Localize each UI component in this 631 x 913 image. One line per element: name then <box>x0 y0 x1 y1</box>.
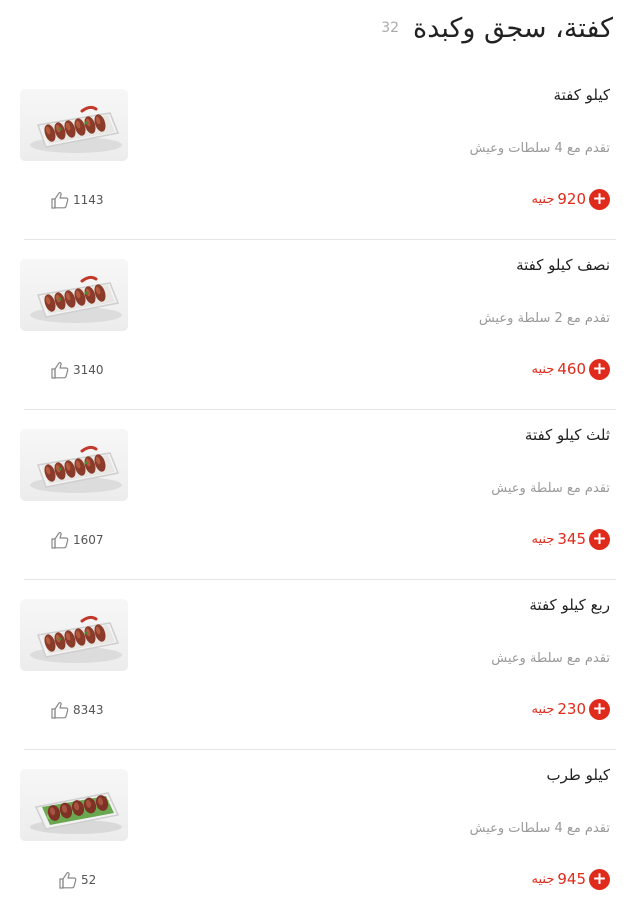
thumbs-up-icon <box>50 191 70 209</box>
category-title: كفتة، سجق وكبدة <box>413 12 613 44</box>
thumbs-up-icon <box>50 531 70 549</box>
plus-icon: + <box>592 698 607 719</box>
thumbs-up-icon <box>50 701 70 719</box>
like-count: 1143 <box>73 193 104 207</box>
menu-item[interactable]: كيلو كفتة تقدم مع 4 سلطات وعيش + 920 جني… <box>0 70 631 240</box>
add-to-cart-button[interactable]: + <box>589 868 610 890</box>
dish-description: تقدم مع 4 سلطات وعيش <box>469 141 610 156</box>
dish-description: تقدم مع 4 سلطات وعيش <box>469 821 610 836</box>
menu-item[interactable]: كيلو طرب تقدم مع 4 سلطات وعيش + 945 جنيه… <box>0 750 631 913</box>
dish-image[interactable] <box>20 259 128 331</box>
add-to-cart-button[interactable]: + <box>589 358 610 380</box>
dish-price: 345 <box>557 530 586 548</box>
dish-image[interactable] <box>20 769 128 841</box>
like-button[interactable]: 52 <box>58 870 96 890</box>
currency-label: جنيه <box>531 531 555 547</box>
dish-price: 230 <box>557 700 586 718</box>
dish-image[interactable] <box>20 599 128 671</box>
dish-description: تقدم مع 2 سلطة وعيش <box>478 311 610 326</box>
dish-image[interactable] <box>20 429 128 501</box>
currency-label: جنيه <box>531 191 555 207</box>
price-row: + 460 جنيه <box>531 358 610 380</box>
plus-icon: + <box>592 188 607 209</box>
menu-item[interactable]: ربع كيلو كفتة تقدم مع سلطة وعيش + 230 جن… <box>0 580 631 750</box>
currency-label: جنيه <box>531 701 555 717</box>
like-button[interactable]: 1607 <box>50 530 104 550</box>
dish-price: 460 <box>557 360 586 378</box>
category-item-count: 32 <box>381 20 400 36</box>
thumbs-up-icon <box>58 871 78 889</box>
dish-name: ربع كيلو كفتة <box>529 596 610 614</box>
like-count: 8343 <box>73 703 104 717</box>
menu-item[interactable]: ثلث كيلو كفتة تقدم مع سلطة وعيش + 345 جن… <box>0 410 631 580</box>
currency-label: جنيه <box>531 361 555 377</box>
like-count: 1607 <box>73 533 104 547</box>
like-count: 52 <box>81 873 97 887</box>
like-button[interactable]: 8343 <box>50 700 104 720</box>
add-to-cart-button[interactable]: + <box>589 188 610 210</box>
dish-price: 920 <box>557 190 586 208</box>
category-header: كفتة، سجق وكبدة 32 <box>381 8 613 48</box>
dish-name: ثلث كيلو كفتة <box>524 426 610 444</box>
dish-name: كيلو طرب <box>546 766 611 784</box>
menu-item[interactable]: نصف كيلو كفتة تقدم مع 2 سلطة وعيش + 460 … <box>0 240 631 410</box>
plus-icon: + <box>592 528 607 549</box>
plus-icon: + <box>592 358 607 379</box>
dish-description: تقدم مع سلطة وعيش <box>491 481 610 496</box>
dish-image[interactable] <box>20 89 128 161</box>
dish-name: نصف كيلو كفتة <box>516 256 610 274</box>
dish-price: 945 <box>557 870 586 888</box>
dish-name: كيلو كفتة <box>553 86 610 104</box>
dish-description: تقدم مع سلطة وعيش <box>491 651 610 666</box>
price-row: + 345 جنيه <box>531 528 610 550</box>
add-to-cart-button[interactable]: + <box>589 528 610 550</box>
add-to-cart-button[interactable]: + <box>589 698 610 720</box>
like-count: 3140 <box>73 363 104 377</box>
menu-item-list: كيلو كفتة تقدم مع 4 سلطات وعيش + 920 جني… <box>0 70 631 913</box>
price-row: + 920 جنيه <box>531 188 610 210</box>
like-button[interactable]: 1143 <box>50 190 104 210</box>
thumbs-up-icon <box>50 361 70 379</box>
currency-label: جنيه <box>531 871 555 887</box>
plus-icon: + <box>592 868 607 889</box>
price-row: + 945 جنيه <box>531 868 610 890</box>
price-row: + 230 جنيه <box>531 698 610 720</box>
like-button[interactable]: 3140 <box>50 360 104 380</box>
